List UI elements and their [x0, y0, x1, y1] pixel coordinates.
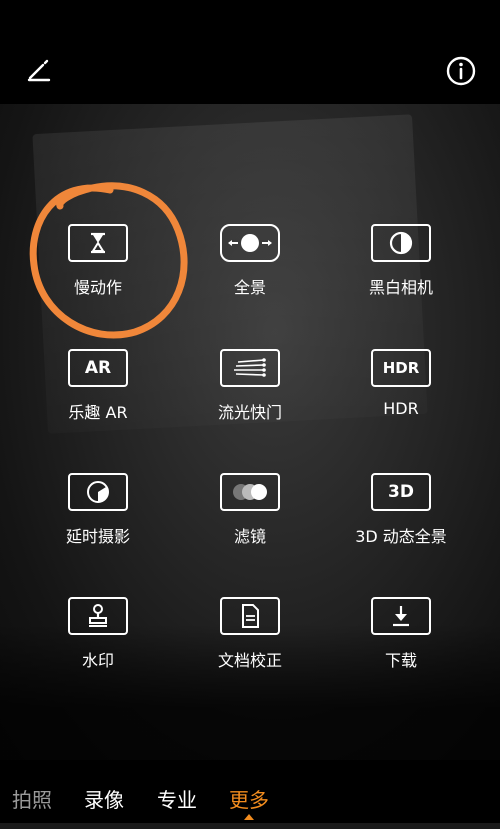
mode-label: 黑白相机: [368, 278, 433, 297]
tab-more[interactable]: 更多: [229, 784, 269, 813]
mode-timelapse[interactable]: 延时摄影: [28, 473, 168, 547]
edit-button[interactable]: [24, 56, 54, 86]
mode-label: 3D 动态全景: [355, 527, 447, 546]
timelapse-icon: [68, 473, 128, 511]
mode-filter[interactable]: 滤镜: [180, 473, 320, 547]
mode-label: 滤镜: [233, 527, 266, 546]
info-button[interactable]: [444, 54, 478, 88]
ar-icon: AR: [68, 349, 128, 387]
tab-photo[interactable]: 拍照: [12, 784, 52, 813]
mode-label: 延时摄影: [65, 527, 130, 546]
mode-light-trail[interactable]: 流光快门: [180, 349, 320, 423]
document-icon: [220, 597, 280, 635]
mode-label: 乐趣 AR: [68, 403, 128, 422]
stamp-icon: [68, 597, 128, 635]
panorama-icon: [220, 224, 280, 262]
mode-label: 下载: [384, 651, 417, 670]
info-icon: [446, 56, 476, 86]
mode-label: 水印: [81, 651, 114, 670]
mode-label: HDR: [383, 399, 419, 418]
filter-circles-icon: [220, 473, 280, 511]
mode-slow-motion[interactable]: 慢动作: [28, 224, 168, 298]
mode-label: 流光快门: [217, 403, 282, 422]
mode-monochrome[interactable]: 黑白相机: [331, 224, 471, 298]
3d-icon: 3D: [371, 473, 431, 511]
mode-hdr[interactable]: HDR HDR: [331, 349, 471, 418]
mode-panorama[interactable]: 全景: [180, 224, 320, 298]
mode-label: 文档校正: [217, 651, 282, 670]
hdr-icon: HDR: [371, 349, 431, 387]
mode-watermark[interactable]: 水印: [28, 597, 168, 671]
active-tab-indicator: [244, 814, 254, 820]
mode-document-correction[interactable]: 文档校正: [180, 597, 320, 671]
mode-ar[interactable]: AR 乐趣 AR: [28, 349, 168, 423]
hourglass-icon: [68, 224, 128, 262]
mode-label: 全景: [233, 278, 266, 297]
top-bar: [0, 0, 500, 104]
pencil-icon: [27, 59, 51, 82]
tab-video[interactable]: 录像: [84, 784, 124, 813]
download-icon: [371, 597, 431, 635]
mode-3d-panorama[interactable]: 3D 3D 动态全景: [331, 473, 471, 547]
mode-tab-bar: 拍照 录像 专业 更多: [0, 760, 500, 829]
mode-download[interactable]: 下载: [331, 597, 471, 671]
light-trail-icon: [220, 349, 280, 387]
bottom-edge: [0, 823, 500, 829]
tab-pro[interactable]: 专业: [157, 784, 197, 813]
mode-label: 慢动作: [73, 278, 122, 297]
half-circle-icon: [371, 224, 431, 262]
